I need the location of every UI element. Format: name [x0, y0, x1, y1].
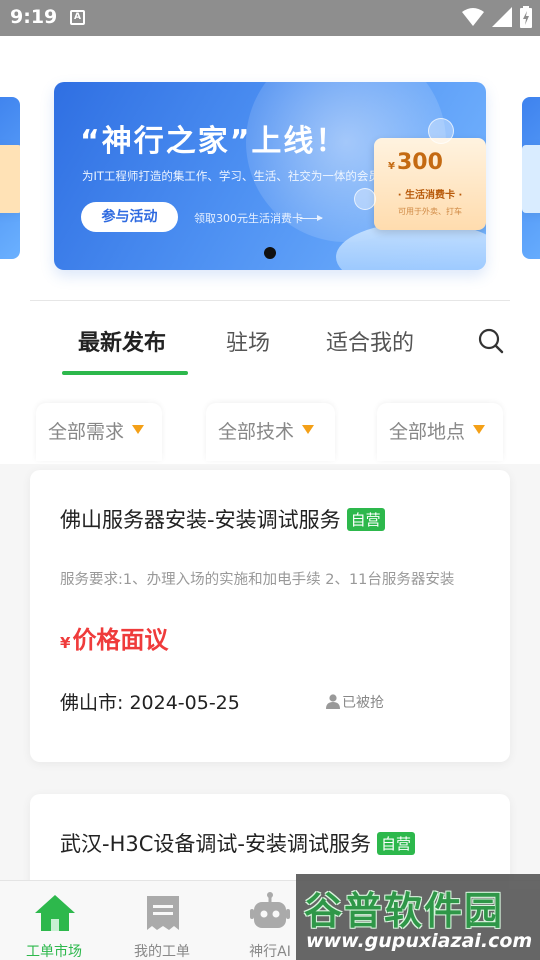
job-location-date: 佛山市: 2024-05-25 — [60, 692, 240, 714]
watermark-logo: 谷普软件园 www.gupuxiazai.com — [296, 874, 540, 960]
filter-location[interactable]: 全部地点 — [377, 403, 503, 461]
search-icon[interactable] — [478, 328, 504, 354]
tab-latest[interactable]: 最新发布 — [78, 325, 166, 357]
home-icon — [35, 895, 75, 931]
job-description: 服务要求:1、办理入场的实施和加电手续 2、11台服务器安装 — [60, 572, 455, 588]
caret-down-icon — [473, 425, 486, 434]
filter-technology[interactable]: 全部技术 — [206, 403, 335, 461]
status-bar: 9:19 A — [0, 0, 540, 36]
ticket-icon — [147, 896, 179, 930]
filter-technology-label: 全部技术 — [218, 421, 295, 443]
nav-work-order-market[interactable]: 工单市场 — [0, 881, 108, 960]
filter-location-label: 全部地点 — [389, 421, 466, 443]
wifi-icon — [462, 8, 484, 26]
arrow-right-icon — [300, 215, 323, 221]
filter-demand[interactable]: 全部需求 — [36, 403, 162, 461]
job-status: 已被抢 — [326, 692, 384, 712]
battery-icon — [520, 6, 532, 28]
join-activity-button[interactable]: 参与活动 — [81, 202, 178, 232]
self-operated-badge: 自营 — [346, 508, 385, 531]
notification-a-icon: A — [70, 10, 85, 25]
tab-active-indicator — [62, 371, 188, 375]
watermark-url: www.gupuxiazai.com — [306, 930, 533, 952]
voucher-card: ¥300 · 生活消费卡 · 可用于外卖、打车 — [374, 138, 486, 230]
voucher-name: · 生活消费卡 · — [397, 190, 463, 201]
banner-next-peek[interactable] — [522, 97, 540, 259]
caret-down-icon — [132, 425, 145, 434]
promo-banner[interactable]: “神行之家”上线！ 为IT工程师打造的集工作、学习、生活、社交为一体的会员制社群… — [54, 82, 486, 270]
job-title: 武汉-H3C设备调试-安装调试服务 自营 — [60, 828, 415, 858]
nav-label: 我的工单 — [134, 944, 190, 960]
robot-icon — [250, 892, 290, 928]
watermark-title: 谷普软件园 — [304, 889, 505, 933]
scooter-bubble-icon — [428, 118, 454, 144]
car-bubble-icon — [354, 188, 376, 210]
voucher-subtext: 可用于外卖、打车 — [398, 207, 462, 216]
banner-subline: 为IT工程师打造的集工作、学习、生活、社交为一体的会员制社群 — [82, 169, 415, 183]
tab-suitable[interactable]: 适合我的 — [326, 325, 414, 357]
caret-down-icon — [302, 425, 315, 434]
nav-my-orders[interactable]: 我的工单 — [108, 881, 216, 960]
filter-demand-label: 全部需求 — [48, 421, 125, 443]
banner-headline: “神行之家”上线！ — [80, 124, 348, 159]
job-price: ¥价格面议 — [60, 626, 169, 654]
section-divider — [30, 300, 510, 301]
banner-voucher-note: 领取300元生活消费卡 — [194, 212, 303, 225]
user-icon — [326, 694, 340, 709]
nav-label: 工单市场 — [26, 944, 82, 960]
system-icons — [462, 6, 532, 28]
self-operated-badge: 自营 — [376, 832, 415, 855]
status-time: 9:19 — [10, 6, 58, 28]
voucher-amount: ¥300 — [388, 150, 443, 175]
job-card[interactable]: 佛山服务器安装-安装调试服务 自营 服务要求:1、办理入场的实施和加电手续 2、1… — [30, 470, 510, 762]
banner-prev-peek[interactable] — [0, 97, 20, 259]
tab-onsite[interactable]: 驻场 — [226, 325, 270, 357]
job-title: 佛山服务器安装-安装调试服务 自营 — [60, 504, 385, 534]
signal-icon — [492, 7, 512, 27]
carousel-indicator-dot — [264, 247, 276, 259]
